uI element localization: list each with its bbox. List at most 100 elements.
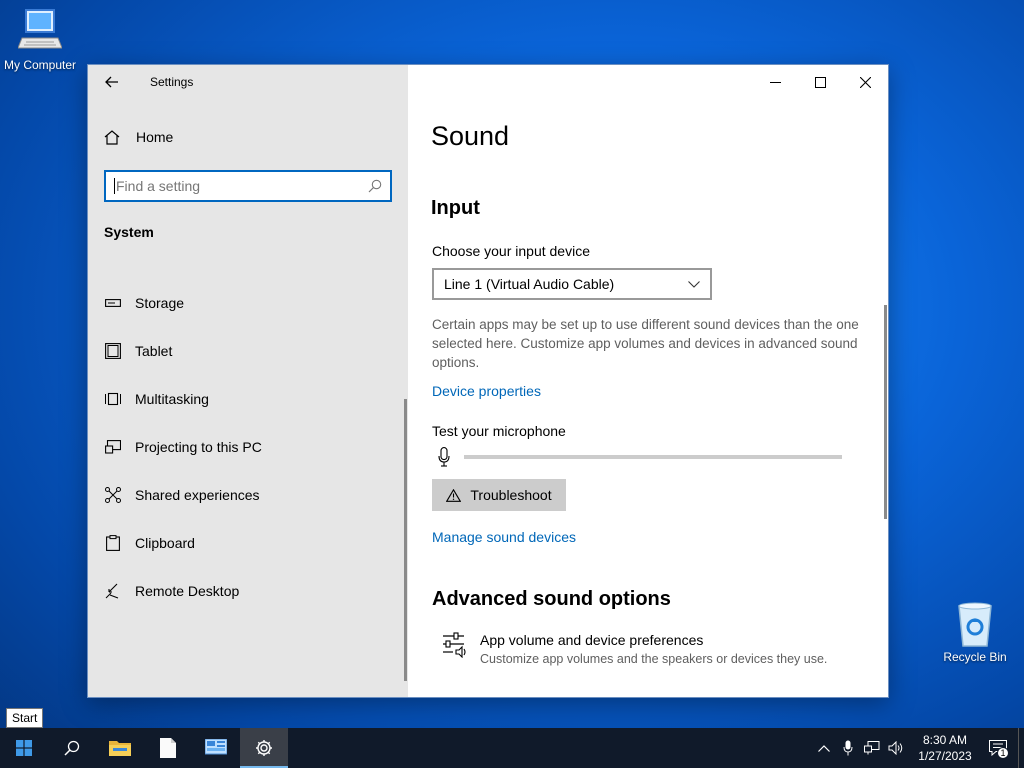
sidebar-item-label: Remote Desktop xyxy=(135,583,240,599)
desktop-icon-label: My Computer xyxy=(3,58,77,72)
maximize-button[interactable] xyxy=(797,65,843,99)
chevron-up-icon xyxy=(818,744,830,752)
system-tray: 8:30 AM 1/27/2023 1 xyxy=(812,728,1024,768)
text-caret xyxy=(114,178,115,194)
minimize-icon xyxy=(769,81,781,83)
action-center-button[interactable]: 1 xyxy=(978,728,1018,768)
folder-icon xyxy=(109,741,131,756)
speaker-icon xyxy=(888,741,903,755)
maximize-icon xyxy=(814,76,826,88)
sidebar-item-projecting[interactable]: Projecting to this PC xyxy=(88,423,404,471)
input-device-selected-value: Line 1 (Virtual Audio Cable) xyxy=(444,276,615,292)
show-hidden-icons-button[interactable] xyxy=(812,728,836,768)
app-volume-text: App volume and device preferences Custom… xyxy=(480,632,827,666)
close-icon xyxy=(859,76,871,88)
app-volume-preferences-item[interactable]: App volume and device preferences Custom… xyxy=(442,632,827,666)
sidebar-item-label: Tablet xyxy=(135,343,173,359)
storage-icon xyxy=(104,294,122,312)
troubleshoot-button[interactable]: Troubleshoot xyxy=(432,479,566,511)
sidebar-section-heading: System xyxy=(104,224,154,240)
microphone-icon xyxy=(438,447,450,467)
projecting-icon xyxy=(104,438,122,456)
show-desktop-button[interactable] xyxy=(1018,728,1024,768)
sidebar-item-multitasking[interactable]: Multitasking xyxy=(88,375,404,423)
sidebar-item-label: Clipboard xyxy=(135,535,195,551)
desktop-icon-my-computer[interactable]: My Computer xyxy=(0,8,82,72)
back-button[interactable] xyxy=(98,69,126,95)
input-device-label: Choose your input device xyxy=(432,243,590,259)
taskbar-clock[interactable]: 8:30 AM 1/27/2023 xyxy=(912,732,978,764)
taskbar-settings[interactable] xyxy=(240,728,288,768)
input-section-heading: Input xyxy=(431,197,480,219)
page-title: Sound xyxy=(431,121,510,151)
clipboard-icon xyxy=(104,534,122,552)
main-pane: Sound Input Choose your input device Lin… xyxy=(408,65,888,697)
troubleshoot-label: Troubleshoot xyxy=(470,487,552,503)
start-tooltip: Start xyxy=(6,708,44,728)
recycle-bin-icon xyxy=(958,602,992,647)
warning-icon xyxy=(446,488,462,502)
gear-icon xyxy=(256,740,272,756)
remote-desktop-icon xyxy=(104,582,122,600)
test-microphone-label: Test your microphone xyxy=(432,423,566,439)
desktop-icon-label: Recycle Bin xyxy=(943,650,1007,664)
home-icon xyxy=(104,129,122,145)
start-button[interactable] xyxy=(0,728,48,768)
sidebar-item-label: Home xyxy=(136,129,174,145)
input-device-description: Certain apps may be set up to use differ… xyxy=(432,317,859,370)
microphone-level-meter xyxy=(464,455,842,459)
mixer-sliders-icon xyxy=(442,632,468,666)
sidebar-item-label: Projecting to this PC xyxy=(135,439,262,455)
clock-date: 1/27/2023 xyxy=(918,749,972,763)
close-button[interactable] xyxy=(842,65,888,99)
microphone-icon xyxy=(843,740,853,756)
sidebar-item-label: Multitasking xyxy=(135,391,209,407)
back-arrow-icon xyxy=(105,76,118,88)
sidebar-nav: Storage Tablet Multitasking Projecting t… xyxy=(88,279,404,615)
input-device-dropdown[interactable]: Line 1 (Virtual Audio Cable) xyxy=(432,268,712,300)
app-volume-description: Customize app volumes and the speakers o… xyxy=(480,652,828,666)
tray-network-button[interactable] xyxy=(860,728,884,768)
app-volume-title: App volume and device preferences xyxy=(480,632,704,648)
microphone-level-row xyxy=(438,447,842,467)
app-title: Settings xyxy=(150,75,194,89)
settings-window: Settings Home System Storage xyxy=(87,64,889,698)
search-icon xyxy=(64,740,80,756)
sidebar-item-label: Shared experiences xyxy=(135,487,260,503)
control-panel-icon xyxy=(205,739,227,755)
sidebar-item-shared-experiences[interactable]: Shared experiences xyxy=(88,471,404,519)
tray-volume-button[interactable] xyxy=(884,728,908,768)
search-input[interactable] xyxy=(116,178,368,194)
tray-microphone-button[interactable] xyxy=(836,728,860,768)
network-icon xyxy=(864,741,880,755)
taskbar: 8:30 AM 1/27/2023 1 xyxy=(0,728,1024,768)
taskbar-notepad[interactable] xyxy=(144,728,192,768)
shared-experiences-icon xyxy=(104,486,122,504)
sidebar-scrollbar[interactable] xyxy=(404,399,407,681)
sidebar-item-home[interactable]: Home xyxy=(104,129,173,145)
clock-time: 8:30 AM xyxy=(922,733,968,747)
computer-icon xyxy=(18,9,62,49)
taskbar-file-explorer[interactable] xyxy=(96,728,144,768)
manage-sound-devices-link[interactable]: Manage sound devices xyxy=(432,529,576,545)
notification-badge: 1 xyxy=(997,747,1009,759)
minimize-button[interactable] xyxy=(752,65,798,99)
document-icon xyxy=(160,738,176,758)
sidebar: Settings Home System Storage xyxy=(88,65,408,697)
windows-logo-icon xyxy=(16,740,32,756)
sidebar-item-storage[interactable]: Storage xyxy=(88,279,404,327)
search-icon xyxy=(368,179,382,193)
chevron-down-icon xyxy=(688,280,700,288)
taskbar-control-panel[interactable] xyxy=(192,728,240,768)
multitasking-icon xyxy=(104,390,122,408)
search-box[interactable] xyxy=(104,170,392,202)
sidebar-item-tablet[interactable]: Tablet xyxy=(88,327,404,375)
desktop-icon-recycle-bin[interactable]: Recycle Bin xyxy=(933,600,1017,664)
sidebar-item-remote-desktop[interactable]: Remote Desktop xyxy=(88,567,404,615)
main-scrollbar[interactable] xyxy=(884,305,887,519)
device-properties-link[interactable]: Device properties xyxy=(432,383,541,399)
taskbar-search-button[interactable] xyxy=(48,728,96,768)
sidebar-item-clipboard[interactable]: Clipboard xyxy=(88,519,404,567)
advanced-section-heading: Advanced sound options xyxy=(432,588,671,610)
tablet-icon xyxy=(104,342,122,360)
